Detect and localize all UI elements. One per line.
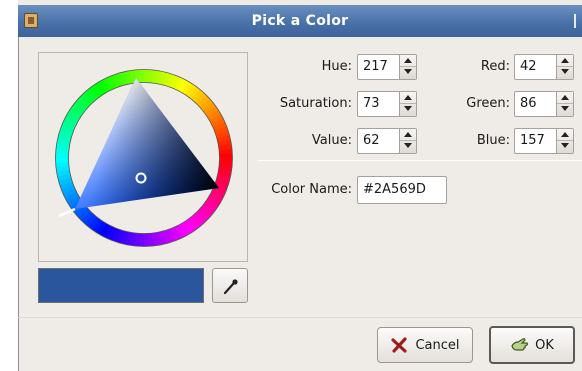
title-button-icon[interactable] [574, 14, 580, 28]
down-arrow-icon[interactable] [561, 143, 569, 148]
hue-label: Hue: [321, 59, 352, 74]
hue-spinbutton[interactable]: 217 [357, 54, 417, 80]
current-color-swatch [38, 268, 204, 303]
up-arrow-icon[interactable] [404, 58, 412, 63]
color-name-label: Color Name: [271, 182, 352, 197]
color-name-input[interactable]: #2A569D [357, 176, 447, 204]
hue-wheel[interactable] [39, 53, 249, 263]
value-spinbutton[interactable]: 62 [357, 128, 417, 154]
blue-value[interactable]: 157 [520, 129, 545, 153]
green-stepper[interactable] [556, 92, 573, 116]
eyedropper-button[interactable] [212, 268, 248, 303]
value-label: Value: [311, 133, 352, 148]
ok-button[interactable]: OK [489, 326, 575, 364]
separator [258, 160, 582, 161]
green-label: Green: [466, 96, 510, 111]
saturation-label: Saturation: [279, 96, 352, 111]
saturation-spinbutton[interactable]: 73 [357, 91, 417, 117]
down-arrow-icon[interactable] [561, 106, 569, 111]
hue-marker[interactable] [58, 207, 76, 218]
up-arrow-icon[interactable] [561, 132, 569, 137]
blue-stepper[interactable] [556, 129, 573, 153]
saturation-stepper[interactable] [399, 92, 416, 116]
up-arrow-icon[interactable] [404, 95, 412, 100]
red-label: Red: [480, 59, 510, 74]
red-spinbutton[interactable]: 42 [514, 54, 574, 80]
hue-value[interactable]: 217 [363, 55, 388, 79]
cancel-button[interactable]: Cancel [377, 327, 473, 363]
value-stepper[interactable] [399, 129, 416, 153]
window-border [18, 37, 19, 371]
red-stepper[interactable] [556, 55, 573, 79]
ok-hand-icon [510, 336, 529, 354]
down-arrow-icon[interactable] [404, 69, 412, 74]
app-icon[interactable] [24, 13, 38, 28]
green-spinbutton[interactable]: 86 [514, 91, 574, 117]
hue-stepper[interactable] [399, 55, 416, 79]
title-bar[interactable]: Pick a Color [18, 5, 582, 37]
down-arrow-icon[interactable] [404, 106, 412, 111]
blue-label: Blue: [476, 133, 510, 148]
up-arrow-icon[interactable] [561, 58, 569, 63]
green-value[interactable]: 86 [520, 92, 537, 116]
cancel-x-icon [390, 336, 408, 354]
eyedropper-icon [223, 279, 238, 295]
button-area-separator [18, 317, 582, 318]
blue-spinbutton[interactable]: 157 [514, 128, 574, 154]
ok-label: OK [535, 337, 554, 353]
window-title: Pick a Color [251, 13, 349, 29]
red-value[interactable]: 42 [520, 55, 537, 79]
up-arrow-icon[interactable] [561, 95, 569, 100]
cancel-label: Cancel [415, 337, 460, 353]
down-arrow-icon[interactable] [561, 69, 569, 74]
saturation-value[interactable]: 73 [363, 92, 380, 116]
up-arrow-icon[interactable] [404, 132, 412, 137]
down-arrow-icon[interactable] [404, 143, 412, 148]
value-value[interactable]: 62 [363, 129, 380, 153]
hue-triangle-frame [38, 52, 248, 262]
